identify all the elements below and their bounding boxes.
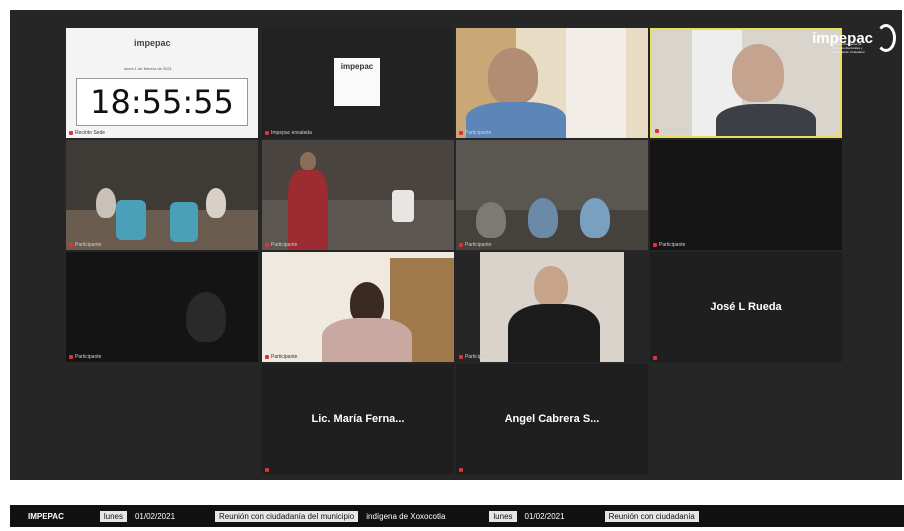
participant-name: Participante bbox=[659, 242, 686, 248]
mic-muted-icon bbox=[69, 131, 73, 135]
video-tile-participant[interactable]: Participante bbox=[650, 140, 842, 250]
tile-caption: Participante bbox=[459, 354, 491, 360]
participant-name: Lic. María Ferna... bbox=[311, 413, 405, 425]
tile-caption: Participante bbox=[69, 354, 101, 360]
clock-display: 18:55:55 bbox=[76, 78, 248, 126]
mic-muted-icon bbox=[653, 243, 657, 247]
impepac-swirl-icon bbox=[876, 24, 896, 52]
mic-muted-icon bbox=[459, 355, 463, 359]
video-tile-maria-fernanda[interactable]: Lic. María Ferna... bbox=[262, 364, 454, 474]
mic-muted-icon bbox=[265, 355, 269, 359]
tile-caption: Participante bbox=[655, 128, 687, 134]
mic-muted-icon bbox=[69, 243, 73, 247]
mic-muted-icon bbox=[69, 355, 73, 359]
participant-name: Participante bbox=[465, 354, 492, 360]
participant-name: José L Rueda bbox=[710, 301, 782, 313]
ticker-text: indígena de Xoxocotla bbox=[366, 511, 446, 521]
participant-name: Participante bbox=[271, 354, 298, 360]
ticker-headline: Reunión con ciudadanía del municipio bbox=[215, 510, 359, 522]
tile-caption: Impepac ensalada bbox=[265, 130, 312, 136]
tile-caption bbox=[265, 468, 269, 472]
video-tile-participant[interactable]: Participante bbox=[456, 252, 648, 362]
participant-name: Angel Cabrera S... bbox=[504, 413, 600, 425]
ticker-date: 01/02/2021 bbox=[524, 511, 565, 521]
participant-body bbox=[206, 188, 226, 218]
mic-muted-icon bbox=[459, 468, 463, 472]
video-tile-logo[interactable]: impepac Impepac ensalada bbox=[262, 28, 454, 138]
clock-date: lunes 1 de febrero de 2021 bbox=[124, 66, 172, 71]
ticker-brand: IMPEPAC bbox=[28, 511, 64, 521]
clock-card: impepac lunes 1 de febrero de 2021 18:55… bbox=[66, 28, 258, 138]
video-tile-angel-cabrera[interactable]: Angel Cabrera S... bbox=[456, 364, 648, 474]
participant-body bbox=[96, 188, 116, 218]
video-tile-participant[interactable]: Participante bbox=[456, 28, 648, 138]
tile-caption: Participante bbox=[459, 130, 491, 136]
tile-caption: Participante bbox=[265, 242, 297, 248]
tile-caption: Participante bbox=[653, 242, 685, 248]
video-tile-participant[interactable]: Participante bbox=[262, 252, 454, 362]
ticker-day: lunes bbox=[99, 510, 127, 522]
impepac-logo: impepac bbox=[334, 58, 380, 106]
mic-muted-icon bbox=[265, 131, 269, 135]
participant-body bbox=[476, 202, 506, 238]
participant-name: Participante bbox=[661, 128, 688, 134]
video-background bbox=[566, 28, 626, 138]
tile-caption: Recinto Sede bbox=[69, 130, 105, 136]
participant-body bbox=[528, 198, 558, 238]
watermark-subtitle: Instituto Morelense de Procesos Electora… bbox=[832, 42, 865, 54]
participant-head bbox=[488, 48, 538, 104]
participant-name: Recinto Sede bbox=[75, 130, 106, 136]
participant-name: Participante bbox=[75, 242, 102, 248]
chair bbox=[116, 200, 146, 240]
participant-head bbox=[300, 152, 316, 170]
video-tile-participant[interactable]: Participante bbox=[262, 140, 454, 250]
mic-muted-icon bbox=[655, 129, 659, 133]
mic-muted-icon bbox=[265, 243, 269, 247]
video-tile-participant[interactable]: Participante bbox=[456, 140, 648, 250]
chair bbox=[170, 202, 198, 242]
tile-caption: Participante bbox=[459, 242, 491, 248]
mic-muted-icon bbox=[459, 131, 463, 135]
participant-body bbox=[716, 104, 816, 136]
participant-silhouette bbox=[186, 292, 226, 342]
mic-muted-icon bbox=[459, 243, 463, 247]
tile-caption bbox=[459, 468, 463, 472]
clock-time: 18:55:55 bbox=[90, 83, 234, 121]
participant-name: Impepac ensalada bbox=[271, 130, 312, 136]
logo-text: impepac bbox=[340, 62, 374, 71]
video-tile-participant[interactable]: Participante bbox=[66, 140, 258, 250]
participant-head bbox=[732, 44, 784, 102]
participant-body bbox=[508, 304, 600, 362]
participant-name: Participante bbox=[465, 242, 492, 248]
news-ticker: IMPEPAC lunes 01/02/2021 Reunión con ciu… bbox=[10, 505, 904, 527]
video-tile-jose-rueda[interactable]: José L Rueda bbox=[650, 252, 842, 362]
tile-caption bbox=[653, 356, 657, 360]
clock-logo: impepac bbox=[134, 38, 171, 48]
tile-caption: Participante bbox=[265, 354, 297, 360]
participant-head bbox=[534, 266, 568, 306]
participant-name: Participante bbox=[465, 130, 492, 136]
participant-name: Participante bbox=[75, 354, 102, 360]
chair bbox=[392, 190, 414, 222]
participant-body bbox=[580, 198, 610, 238]
participant-name: Participante bbox=[271, 242, 298, 248]
tile-caption: Participante bbox=[69, 242, 101, 248]
ticker-date: 01/02/2021 bbox=[134, 511, 176, 521]
video-call-window: impepac lunes 1 de febrero de 2021 18:55… bbox=[10, 10, 902, 480]
video-tile-clock[interactable]: impepac lunes 1 de febrero de 2021 18:55… bbox=[66, 28, 258, 138]
participant-body bbox=[288, 170, 328, 250]
video-tile-participant[interactable]: Participante bbox=[66, 252, 258, 362]
participant-body bbox=[322, 318, 412, 362]
ticker-day: lunes bbox=[489, 510, 517, 522]
mic-muted-icon bbox=[265, 468, 269, 472]
ticker-headline: Reunión con ciudadanía bbox=[604, 510, 699, 522]
mic-muted-icon bbox=[653, 356, 657, 360]
